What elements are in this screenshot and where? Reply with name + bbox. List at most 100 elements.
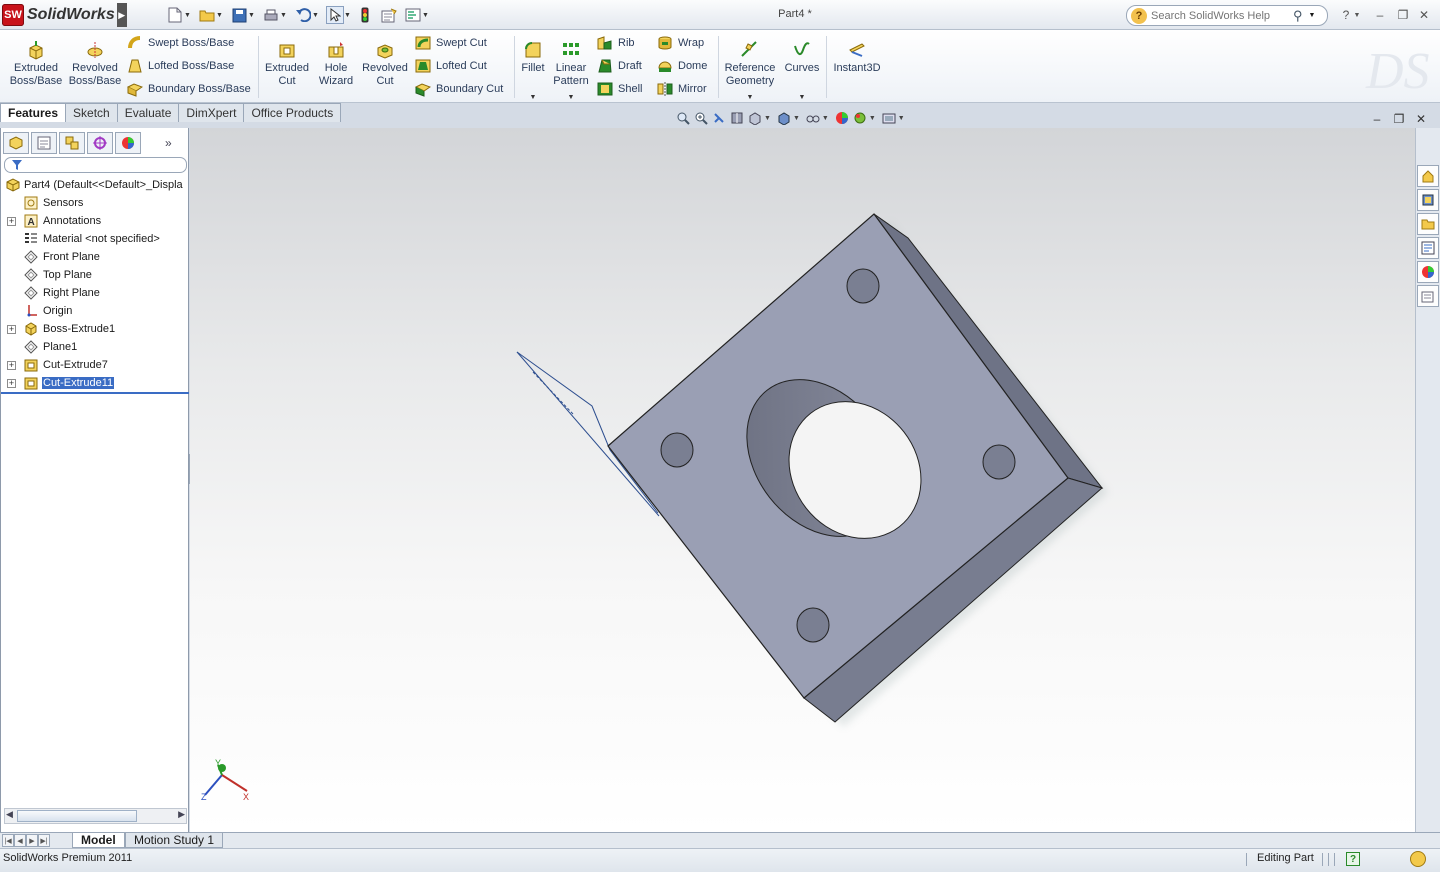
reference-geometry-button[interactable]: Reference Geometry ▼ (722, 40, 778, 104)
tab-office-products[interactable]: Office Products (243, 103, 342, 122)
tree-root-part[interactable]: Part4 (Default<<Default>_Displa (1, 176, 189, 194)
boundary-cut-button[interactable]: Boundary Cut (415, 80, 503, 98)
tree-item-cut-extrude7[interactable]: + Cut-Extrude7 (1, 356, 189, 374)
expand-panel-icon[interactable]: » (165, 136, 172, 150)
viewport-close-icon[interactable]: ✕ (1412, 112, 1430, 126)
rollback-bar[interactable] (1, 392, 189, 394)
tab-sketch[interactable]: Sketch (65, 103, 118, 122)
lofted-boss-button[interactable]: Lofted Boss/Base (127, 57, 251, 75)
file-properties-icon[interactable] (380, 6, 398, 24)
expand-toggle-icon[interactable]: + (7, 324, 16, 334)
swept-cut-button[interactable]: Swept Cut (415, 34, 503, 52)
apply-scene-icon[interactable] (851, 109, 869, 127)
property-manager-tab-icon[interactable] (31, 132, 57, 154)
tree-item-right-plane[interactable]: Right Plane (1, 284, 189, 302)
horizontal-scrollbar[interactable]: ◀ ▶ (4, 808, 187, 824)
view-settings-icon[interactable] (880, 109, 898, 127)
appearances-scenes-icon[interactable] (1417, 261, 1439, 283)
first-tab-icon[interactable]: |◀ (2, 834, 14, 847)
edit-appearance-icon[interactable] (833, 109, 851, 127)
help-dropdown-icon[interactable]: ▼ (1352, 6, 1362, 24)
undo-icon[interactable] (294, 6, 312, 24)
select-arrow-icon[interactable] (326, 6, 344, 24)
solidworks-logo[interactable]: SW SolidWorks ▶ (2, 3, 127, 27)
view-settings-dropdown-icon[interactable]: ▼ (898, 115, 905, 122)
tree-item-annotations[interactable]: + A Annotations (1, 212, 189, 230)
configuration-manager-tab-icon[interactable] (59, 132, 85, 154)
boundary-boss-button[interactable]: Boundary Boss/Base (127, 80, 251, 98)
model-viewport[interactable]: Y X Z (190, 128, 1415, 832)
display-style-dropdown-icon[interactable]: ▼ (793, 115, 800, 122)
tab-model[interactable]: Model (72, 833, 125, 848)
viewport-restore-icon[interactable]: ❐ (1390, 112, 1408, 126)
custom-properties-icon[interactable] (1417, 285, 1439, 307)
open-folder-icon[interactable] (198, 6, 216, 24)
shell-button[interactable]: Shell (597, 80, 642, 98)
revolved-cut-button[interactable]: Revolved Cut (360, 40, 410, 88)
minimize-window-icon[interactable]: – (1370, 6, 1390, 24)
next-tab-icon[interactable]: ▶ (26, 834, 38, 847)
save-dropdown-icon[interactable]: ▼ (248, 12, 256, 19)
fillet-dropdown-icon[interactable]: ▼ (530, 91, 537, 104)
view-orientation-dropdown-icon[interactable]: ▼ (764, 115, 771, 122)
new-document-icon[interactable] (166, 6, 184, 24)
hide-show-items-icon[interactable] (804, 109, 822, 127)
extruded-boss-button[interactable]: Extruded Boss/Base (9, 40, 63, 88)
revolved-boss-button[interactable]: Revolved Boss/Base (68, 40, 122, 88)
open-dropdown-icon[interactable]: ▼ (216, 12, 224, 19)
graphics-area[interactable]: Y X Z (190, 128, 1415, 832)
design-library-icon[interactable] (1417, 189, 1439, 211)
expand-toggle-icon[interactable]: + (7, 378, 16, 388)
undo-dropdown-icon[interactable]: ▼ (312, 12, 320, 19)
tab-dimxpert[interactable]: DimXpert (178, 103, 245, 122)
extruded-cut-button[interactable]: Extruded Cut (262, 40, 312, 88)
rebuild-icon[interactable] (356, 6, 374, 24)
lofted-cut-button[interactable]: Lofted Cut (415, 57, 503, 75)
search-box[interactable]: ? ⚲ ▼ (1126, 5, 1328, 26)
tree-item-sensors[interactable]: Sensors (1, 194, 189, 212)
section-view-icon[interactable] (728, 109, 746, 127)
tree-item-plane1[interactable]: Plane1 (1, 338, 189, 356)
viewport-minimize-icon[interactable]: – (1368, 112, 1386, 126)
dome-button[interactable]: Dome (657, 57, 707, 75)
menu-expand-arrow-icon[interactable]: ▶ (116, 3, 127, 27)
print-dropdown-icon[interactable]: ▼ (280, 12, 288, 19)
expand-toggle-icon[interactable]: + (7, 216, 16, 226)
feature-filter-input[interactable] (4, 157, 187, 173)
tree-item-front-plane[interactable]: Front Plane (1, 248, 189, 266)
mirror-button[interactable]: Mirror (657, 80, 707, 98)
zoom-to-area-icon[interactable] (692, 109, 710, 127)
swept-boss-button[interactable]: Swept Boss/Base (127, 34, 251, 52)
tree-item-cut-extrude11[interactable]: + Cut-Extrude11 (1, 374, 189, 392)
tab-features[interactable]: Features (0, 103, 67, 122)
last-tab-icon[interactable]: ▶| (38, 834, 50, 847)
tree-item-material-not-specified[interactable]: Material <not specified> (1, 230, 189, 248)
dimxpert-manager-tab-icon[interactable] (87, 132, 113, 154)
quick-tips-icon[interactable]: ? (1346, 852, 1360, 866)
draft-button[interactable]: Draft (597, 57, 642, 75)
scrollbar-thumb[interactable] (17, 810, 137, 822)
scroll-right-icon[interactable]: ▶ (178, 809, 185, 820)
previous-view-icon[interactable] (710, 109, 728, 127)
tree-item-origin[interactable]: Origin (1, 302, 189, 320)
search-input[interactable] (1151, 9, 1291, 22)
file-explorer-icon[interactable] (1417, 213, 1439, 235)
options-icon[interactable] (404, 6, 422, 24)
search-dropdown-icon[interactable]: ▼ (1309, 12, 1316, 19)
solidworks-resources-icon[interactable] (1417, 165, 1439, 187)
wrap-button[interactable]: Wrap (657, 34, 707, 52)
tree-item-boss-extrude1[interactable]: + Boss-Extrude1 (1, 320, 189, 338)
options-dropdown-icon[interactable]: ▼ (422, 12, 430, 19)
expand-toggle-icon[interactable]: + (7, 360, 16, 370)
tab-motion-study-1[interactable]: Motion Study 1 (125, 833, 224, 848)
close-window-icon[interactable]: ✕ (1414, 6, 1434, 24)
restore-window-icon[interactable]: ❐ (1393, 6, 1413, 24)
view-palette-icon[interactable] (1417, 237, 1439, 259)
scroll-left-icon[interactable]: ◀ (6, 809, 13, 820)
hole-wizard-button[interactable]: Hole Wizard (316, 40, 356, 88)
linear-pattern-dropdown-icon[interactable]: ▼ (568, 91, 575, 104)
notification-icon[interactable] (1410, 851, 1426, 867)
tab-evaluate[interactable]: Evaluate (116, 103, 180, 122)
rib-button[interactable]: Rib (597, 34, 642, 52)
view-orientation-icon[interactable] (746, 109, 764, 127)
